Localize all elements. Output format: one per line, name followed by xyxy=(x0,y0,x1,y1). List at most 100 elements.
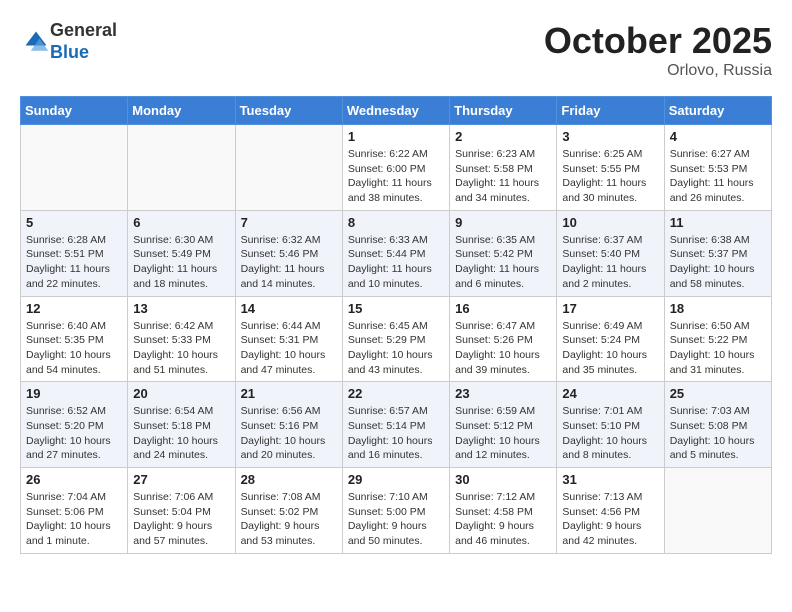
day-info: Sunrise: 6:30 AM Sunset: 5:49 PM Dayligh… xyxy=(133,233,229,292)
day-info: Sunrise: 6:28 AM Sunset: 5:51 PM Dayligh… xyxy=(26,233,122,292)
day-info: Sunrise: 7:06 AM Sunset: 5:04 PM Dayligh… xyxy=(133,490,229,549)
day-number: 15 xyxy=(348,301,444,316)
day-number: 2 xyxy=(455,129,551,144)
day-number: 19 xyxy=(26,386,122,401)
weekday-header-wednesday: Wednesday xyxy=(342,97,449,125)
day-number: 28 xyxy=(241,472,337,487)
day-info: Sunrise: 6:25 AM Sunset: 5:55 PM Dayligh… xyxy=(562,147,658,206)
day-number: 29 xyxy=(348,472,444,487)
calendar-cell xyxy=(128,125,235,211)
day-info: Sunrise: 6:35 AM Sunset: 5:42 PM Dayligh… xyxy=(455,233,551,292)
calendar-cell: 19 Sunrise: 6:52 AM Sunset: 5:20 PM Dayli… xyxy=(21,382,128,468)
calendar-cell: 20Sunrise: 6:54 AM Sunset: 5:18 PM Dayli… xyxy=(128,382,235,468)
weekday-header-friday: Friday xyxy=(557,97,664,125)
logo-text: General Blue xyxy=(50,20,117,63)
calendar-cell xyxy=(21,125,128,211)
weekday-header-monday: Monday xyxy=(128,97,235,125)
calendar-cell: 3Sunrise: 6:25 AM Sunset: 5:55 PM Daylig… xyxy=(557,125,664,211)
day-number: 30 xyxy=(455,472,551,487)
weekday-header-tuesday: Tuesday xyxy=(235,97,342,125)
calendar-cell: 13Sunrise: 6:42 AM Sunset: 5:33 PM Dayli… xyxy=(128,296,235,382)
day-number: 31 xyxy=(562,472,658,487)
calendar-cell: 8 Sunrise: 6:33 AM Sunset: 5:44 PM Daylig… xyxy=(342,210,449,296)
calendar-cell: 26 Sunrise: 7:04 AM Sunset: 5:06 PM Dayli… xyxy=(21,468,128,554)
week-row-5: 26 Sunrise: 7:04 AM Sunset: 5:06 PM Dayli… xyxy=(21,468,772,554)
calendar-cell: 27 Sunrise: 7:06 AM Sunset: 5:04 PM Dayli… xyxy=(128,468,235,554)
calendar-cell: 1 Sunrise: 6:22 AM Sunset: 6:00 PM Daylig… xyxy=(342,125,449,211)
weekday-header-thursday: Thursday xyxy=(450,97,557,125)
weekday-header-row: SundayMondayTuesdayWednesdayThursdayFrid… xyxy=(21,97,772,125)
day-info: Sunrise: 7:13 AM Sunset: 4:56 PM Dayligh… xyxy=(562,490,658,549)
day-number: 10 xyxy=(562,215,658,230)
day-number: 23 xyxy=(455,386,551,401)
calendar: SundayMondayTuesdayWednesdayThursdayFrid… xyxy=(20,96,772,554)
calendar-cell: 15 Sunrise: 6:45 AM Sunset: 5:29 PM Dayli… xyxy=(342,296,449,382)
calendar-cell: 4Sunrise: 6:27 AM Sunset: 5:53 PM Daylig… xyxy=(664,125,771,211)
day-info: Sunrise: 6:33 AM Sunset: 5:44 PM Dayligh… xyxy=(348,233,444,292)
calendar-cell: 25 Sunrise: 7:03 AM Sunset: 5:08 PM Dayli… xyxy=(664,382,771,468)
day-number: 9 xyxy=(455,215,551,230)
day-info: Sunrise: 7:03 AM Sunset: 5:08 PM Dayligh… xyxy=(670,404,766,463)
day-info: Sunrise: 6:42 AM Sunset: 5:33 PM Dayligh… xyxy=(133,319,229,378)
day-info: Sunrise: 6:45 AM Sunset: 5:29 PM Dayligh… xyxy=(348,319,444,378)
day-number: 14 xyxy=(241,301,337,316)
calendar-cell: 12Sunrise: 6:40 AM Sunset: 5:35 PM Dayli… xyxy=(21,296,128,382)
calendar-cell: 17 Sunrise: 6:49 AM Sunset: 5:24 PM Dayli… xyxy=(557,296,664,382)
day-info: Sunrise: 6:32 AM Sunset: 5:46 PM Dayligh… xyxy=(241,233,337,292)
calendar-cell: 29Sunrise: 7:10 AM Sunset: 5:00 PM Dayli… xyxy=(342,468,449,554)
calendar-cell: 18 Sunrise: 6:50 AM Sunset: 5:22 PM Dayli… xyxy=(664,296,771,382)
day-number: 4 xyxy=(670,129,766,144)
day-number: 7 xyxy=(241,215,337,230)
day-number: 21 xyxy=(241,386,337,401)
weekday-header-saturday: Saturday xyxy=(664,97,771,125)
week-row-1: 1 Sunrise: 6:22 AM Sunset: 6:00 PM Daylig… xyxy=(21,125,772,211)
day-number: 1 xyxy=(348,129,444,144)
calendar-cell: 6 Sunrise: 6:30 AM Sunset: 5:49 PM Daylig… xyxy=(128,210,235,296)
day-number: 17 xyxy=(562,301,658,316)
day-info: Sunrise: 6:50 AM Sunset: 5:22 PM Dayligh… xyxy=(670,319,766,378)
title-block: October 2025 Orlovo, Russia xyxy=(544,20,772,80)
calendar-cell: 7 Sunrise: 6:32 AM Sunset: 5:46 PM Daylig… xyxy=(235,210,342,296)
day-number: 16 xyxy=(455,301,551,316)
calendar-cell: 10 Sunrise: 6:37 AM Sunset: 5:40 PM Dayli… xyxy=(557,210,664,296)
day-number: 27 xyxy=(133,472,229,487)
day-info: Sunrise: 6:38 AM Sunset: 5:37 PM Dayligh… xyxy=(670,233,766,292)
calendar-cell: 24Sunrise: 7:01 AM Sunset: 5:10 PM Dayli… xyxy=(557,382,664,468)
header: General Blue October 2025 Orlovo, Russia xyxy=(20,20,772,80)
calendar-cell xyxy=(235,125,342,211)
day-info: Sunrise: 6:52 AM Sunset: 5:20 PM Dayligh… xyxy=(26,404,122,463)
day-info: Sunrise: 7:04 AM Sunset: 5:06 PM Dayligh… xyxy=(26,490,122,549)
day-info: Sunrise: 6:57 AM Sunset: 5:14 PM Dayligh… xyxy=(348,404,444,463)
day-info: Sunrise: 7:12 AM Sunset: 4:58 PM Dayligh… xyxy=(455,490,551,549)
day-info: Sunrise: 6:47 AM Sunset: 5:26 PM Dayligh… xyxy=(455,319,551,378)
calendar-cell: 9 Sunrise: 6:35 AM Sunset: 5:42 PM Daylig… xyxy=(450,210,557,296)
day-number: 6 xyxy=(133,215,229,230)
month-title: October 2025 xyxy=(544,20,772,62)
day-number: 20 xyxy=(133,386,229,401)
week-row-4: 19 Sunrise: 6:52 AM Sunset: 5:20 PM Dayli… xyxy=(21,382,772,468)
day-number: 11 xyxy=(670,215,766,230)
calendar-cell: 31 Sunrise: 7:13 AM Sunset: 4:56 PM Dayli… xyxy=(557,468,664,554)
day-info: Sunrise: 6:37 AM Sunset: 5:40 PM Dayligh… xyxy=(562,233,658,292)
logo-general: General xyxy=(50,20,117,40)
day-number: 18 xyxy=(670,301,766,316)
day-info: Sunrise: 7:08 AM Sunset: 5:02 PM Dayligh… xyxy=(241,490,337,549)
calendar-cell: 23Sunrise: 6:59 AM Sunset: 5:12 PM Dayli… xyxy=(450,382,557,468)
day-info: Sunrise: 6:49 AM Sunset: 5:24 PM Dayligh… xyxy=(562,319,658,378)
calendar-cell xyxy=(664,468,771,554)
day-number: 8 xyxy=(348,215,444,230)
calendar-cell: 2 Sunrise: 6:23 AM Sunset: 5:58 PM Daylig… xyxy=(450,125,557,211)
day-info: Sunrise: 6:22 AM Sunset: 6:00 PM Dayligh… xyxy=(348,147,444,206)
day-number: 26 xyxy=(26,472,122,487)
day-number: 25 xyxy=(670,386,766,401)
week-row-2: 5Sunrise: 6:28 AM Sunset: 5:51 PM Daylig… xyxy=(21,210,772,296)
day-info: Sunrise: 6:23 AM Sunset: 5:58 PM Dayligh… xyxy=(455,147,551,206)
weekday-header-sunday: Sunday xyxy=(21,97,128,125)
calendar-cell: 16 Sunrise: 6:47 AM Sunset: 5:26 PM Dayli… xyxy=(450,296,557,382)
logo-blue: Blue xyxy=(50,42,89,62)
calendar-cell: 5Sunrise: 6:28 AM Sunset: 5:51 PM Daylig… xyxy=(21,210,128,296)
calendar-cell: 30 Sunrise: 7:12 AM Sunset: 4:58 PM Dayli… xyxy=(450,468,557,554)
day-number: 22 xyxy=(348,386,444,401)
calendar-cell: 21Sunrise: 6:56 AM Sunset: 5:16 PM Dayli… xyxy=(235,382,342,468)
calendar-cell: 22 Sunrise: 6:57 AM Sunset: 5:14 PM Dayli… xyxy=(342,382,449,468)
